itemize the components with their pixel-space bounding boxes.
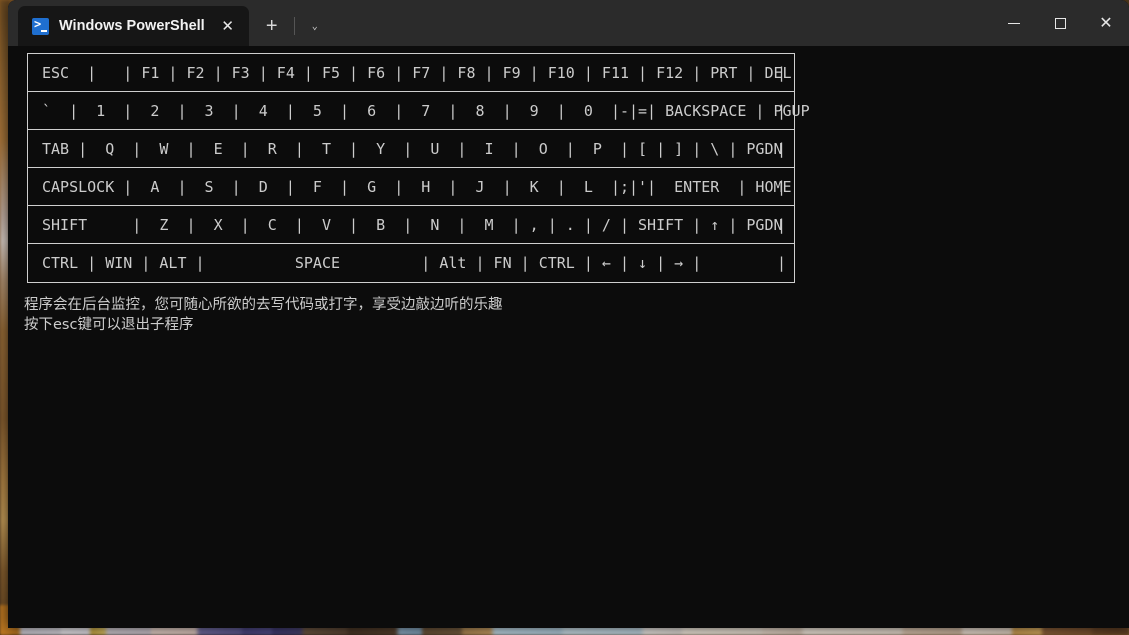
keyboard-shift-row-text: SHIFT | Z | X | C | V | B | N | M | , | … <box>42 215 783 234</box>
maximize-button[interactable] <box>1037 0 1083 46</box>
keyboard-number-row-text: ` | 1 | 2 | 3 | 4 | 5 | 6 | 7 | 8 | 9 | … <box>42 101 810 120</box>
maximize-icon <box>1054 17 1066 29</box>
keyboard-shift-row: SHIFT | Z | X | C | V | B | N | M | , | … <box>28 206 794 244</box>
message-line-1: 程序会在后台监控，您可随心所欲的去写代码或打字，享受边敲边听的乐趣 <box>24 297 503 313</box>
close-window-button[interactable]: ✕ <box>1083 0 1129 46</box>
tab-strip: Windows PowerShell ✕ + ⌄ <box>8 0 330 46</box>
keyboard-home-row-text: CAPSLOCK | A | S | D | F | G | H | J | K… <box>42 177 792 196</box>
chevron-down-icon[interactable]: ⌄ <box>300 9 330 43</box>
tab-divider <box>293 17 295 35</box>
row-tail-pipe: | <box>776 254 786 272</box>
console-output-area[interactable]: ESC | | F1 | F2 | F3 | F4 | F5 | F6 | F7… <box>8 46 1129 628</box>
row-tail-pipe: | <box>776 63 786 82</box>
console-message-block: 程序会在后台监控，您可随心所欲的去写代码或打字，享受边敲边听的乐趣 按下esc键… <box>24 295 1129 335</box>
new-tab-group: + ⌄ <box>249 6 330 46</box>
message-line-2: 按下esc键可以退出子程序 <box>24 317 194 333</box>
window-controls: ✕ <box>991 0 1129 46</box>
keyboard-modifier-row-text: CTRL | WIN | ALT | SPACE | Alt | FN | CT… <box>42 254 702 272</box>
keyboard-home-row: CAPSLOCK | A | S | D | F | G | H | J | K… <box>28 168 794 206</box>
powershell-window: Windows PowerShell ✕ + ⌄ ✕ <box>8 0 1129 628</box>
ascii-keyboard-diagram: ESC | | F1 | F2 | F3 | F4 | F5 | F6 | F7… <box>27 53 810 283</box>
row-tail-pipe: | <box>776 101 786 120</box>
desktop-background: Windows PowerShell ✕ + ⌄ ✕ <box>0 0 1129 635</box>
powershell-icon <box>32 17 49 35</box>
row-tail-pipe: | <box>776 177 786 196</box>
row-tail-pipe: | <box>776 215 786 234</box>
keyboard-function-row-text: ESC | | F1 | F2 | F3 | F4 | F5 | F6 | F7… <box>42 63 792 82</box>
title-bar: Windows PowerShell ✕ + ⌄ ✕ <box>8 0 1129 46</box>
minimize-icon <box>1008 22 1020 24</box>
row-tail-pipe: | <box>776 139 786 158</box>
keyboard-modifier-row: CTRL | WIN | ALT | SPACE | Alt | FN | CT… <box>28 244 794 282</box>
minimize-button[interactable] <box>991 0 1037 46</box>
new-tab-button[interactable]: + <box>255 9 289 43</box>
keyboard-function-row: ESC | | F1 | F2 | F3 | F4 | F5 | F6 | F7… <box>28 54 794 92</box>
close-tab-icon[interactable]: ✕ <box>215 13 241 39</box>
keyboard-qwerty-row-text: TAB | Q | W | E | R | T | Y | U | I | O … <box>42 139 783 158</box>
tab-windows-powershell[interactable]: Windows PowerShell ✕ <box>18 6 249 46</box>
keyboard-qwerty-row: TAB | Q | W | E | R | T | Y | U | I | O … <box>28 130 794 168</box>
keyboard-number-row: ` | 1 | 2 | 3 | 4 | 5 | 6 | 7 | 8 | 9 | … <box>28 92 810 130</box>
tab-title: Windows PowerShell <box>59 18 205 34</box>
